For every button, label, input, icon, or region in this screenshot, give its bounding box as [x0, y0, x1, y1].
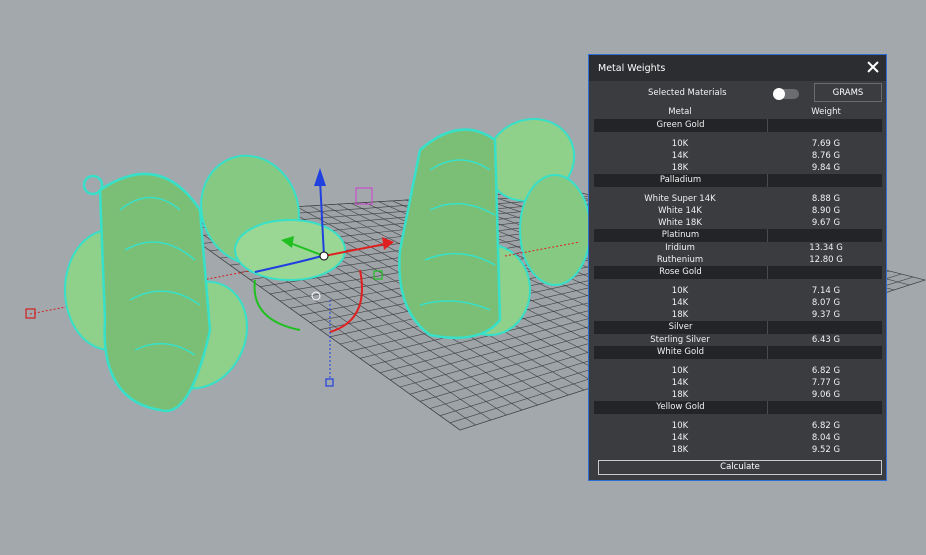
calculate-button[interactable]: Calculate — [598, 460, 882, 475]
panel-title: Metal Weights — [598, 62, 666, 74]
weight-cell: 7.14 G — [811, 286, 841, 296]
group-name: Yellow Gold — [656, 402, 705, 412]
column-divider — [767, 266, 768, 279]
weight-cell: 9.67 G — [811, 218, 841, 228]
metal-cell: 10K — [671, 139, 689, 149]
table-row: 14K 8.76 G — [589, 150, 886, 162]
weight-cell: 8.88 G — [811, 194, 841, 204]
toggle-knob — [773, 88, 785, 100]
group-name: Palladium — [659, 175, 702, 185]
metal-cell: 10K — [671, 286, 689, 296]
weight-cell: 9.37 G — [811, 310, 841, 320]
weight-cell: 13.34 G — [809, 243, 843, 253]
metal-cell: Iridium — [665, 243, 695, 253]
weight-cell: 9.06 G — [811, 390, 841, 400]
table-row: Ruthenium 12.80 G — [589, 254, 886, 266]
group-header: Green Gold — [594, 119, 882, 132]
column-divider — [767, 346, 768, 359]
metal-cell: White 14K — [658, 206, 702, 216]
close-icon[interactable] — [866, 60, 880, 74]
metal-cell: Ruthenium — [656, 255, 704, 265]
group-name: Green Gold — [656, 120, 705, 130]
table-row: 18K 9.84 G — [589, 162, 886, 174]
table-row: Sterling Silver 6.43 G — [589, 334, 886, 346]
weight-cell: 8.04 G — [811, 433, 841, 443]
table-row: 14K 8.04 G — [589, 432, 886, 444]
group-header: White Gold — [594, 346, 882, 359]
table-row: 14K 7.77 G — [589, 377, 886, 389]
table-row: 14K 8.07 G — [589, 297, 886, 309]
metal-cell: Sterling Silver — [650, 335, 710, 345]
metal-cell: White 18K — [658, 218, 702, 228]
weight-cell: 8.76 G — [811, 151, 841, 161]
group-name: White Gold — [657, 347, 704, 357]
pendant-left[interactable] — [64, 142, 346, 413]
group-name: Silver — [668, 322, 693, 332]
table-row: 18K 9.52 G — [589, 444, 886, 456]
group-name: Rose Gold — [659, 267, 702, 277]
table-row: 10K 7.69 G — [589, 138, 886, 150]
weight-cell: 6.82 G — [811, 421, 841, 431]
table-row: 18K 9.06 G — [589, 389, 886, 401]
panel-titlebar[interactable]: Metal Weights — [589, 55, 886, 81]
weights-table: Green Gold 10K 7.69 G 14K 8.76 G 18K 9.84 G Pal… — [589, 119, 886, 456]
units-button[interactable]: GRAMS — [814, 83, 882, 102]
table-row: 18K 9.37 G — [589, 309, 886, 321]
table-row: White Super 14K 8.88 G — [589, 193, 886, 205]
group-name: Platinum — [661, 230, 700, 240]
group-header: Rose Gold — [594, 266, 882, 279]
weight-cell: 6.43 G — [811, 335, 841, 345]
selected-materials-label: Selected Materials — [648, 88, 727, 98]
group-header: Platinum — [594, 229, 882, 242]
weight-cell: 6.82 G — [811, 366, 841, 376]
weight-cell: 12.80 G — [809, 255, 843, 265]
selected-materials-toggle[interactable] — [773, 88, 799, 100]
weight-cell: 9.84 G — [811, 163, 841, 173]
metal-cell: 14K — [671, 378, 689, 388]
metal-cell: 14K — [671, 151, 689, 161]
metal-cell: 18K — [671, 163, 689, 173]
column-divider — [767, 119, 768, 132]
metal-cell: 10K — [671, 421, 689, 431]
table-row: White 14K 8.90 G — [589, 205, 886, 217]
weight-cell: 7.69 G — [811, 139, 841, 149]
column-divider — [767, 321, 768, 334]
group-header: Silver — [594, 321, 882, 334]
metal-cell: 14K — [671, 433, 689, 443]
metal-cell: 18K — [671, 310, 689, 320]
column-divider — [767, 229, 768, 242]
metal-cell: 14K — [671, 298, 689, 308]
column-header-metal: Metal — [668, 107, 692, 117]
metal-weights-panel: Metal Weights Selected Materials GRAMS M… — [588, 54, 887, 481]
group-header: Yellow Gold — [594, 401, 882, 414]
table-row: Iridium 13.34 G — [589, 242, 886, 254]
table-row: 10K 7.14 G — [589, 285, 886, 297]
metal-cell: White Super 14K — [644, 194, 716, 204]
weight-cell: 8.07 G — [811, 298, 841, 308]
group-header: Palladium — [594, 174, 882, 187]
column-header-weight: Weight — [811, 107, 841, 117]
metal-cell: 18K — [671, 390, 689, 400]
table-row: 10K 6.82 G — [589, 365, 886, 377]
table-header: Metal Weight — [589, 107, 886, 119]
table-row: White 18K 9.67 G — [589, 217, 886, 229]
column-divider — [767, 174, 768, 187]
table-row: 10K 6.82 G — [589, 420, 886, 432]
selected-materials-row: Selected Materials GRAMS — [589, 83, 886, 105]
column-divider — [767, 401, 768, 414]
metal-cell: 10K — [671, 366, 689, 376]
weight-cell: 9.52 G — [811, 445, 841, 455]
metal-cell: 18K — [671, 445, 689, 455]
weight-cell: 7.77 G — [811, 378, 841, 388]
weight-cell: 8.90 G — [811, 206, 841, 216]
